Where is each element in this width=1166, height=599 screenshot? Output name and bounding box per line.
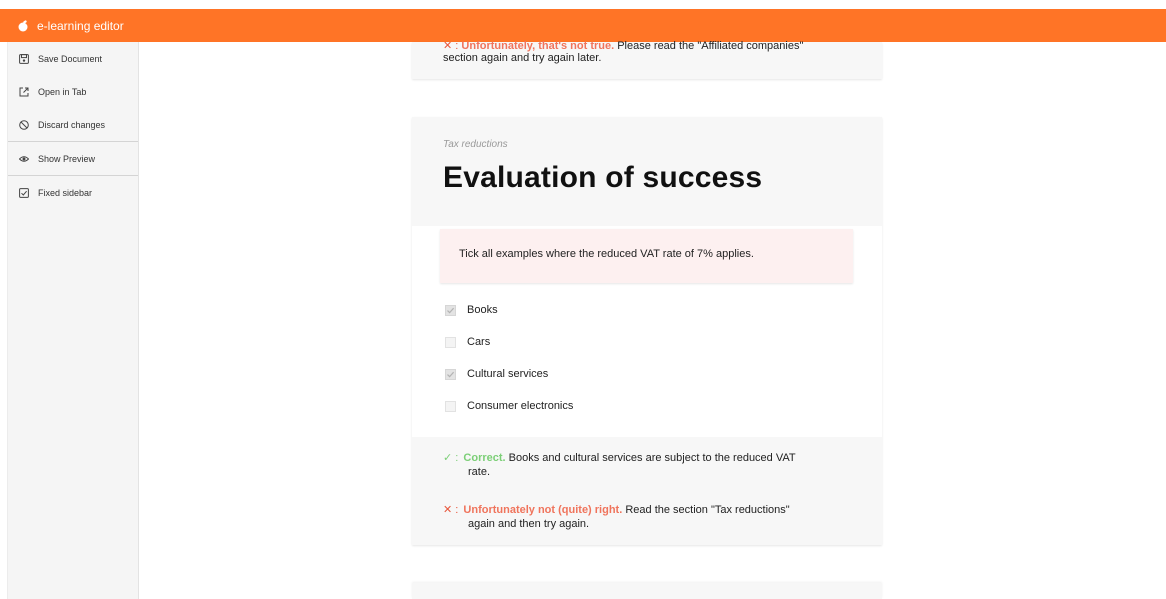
card-title: Evaluation of success xyxy=(443,161,763,194)
option-label: Books xyxy=(467,304,498,316)
checkbox-unchecked[interactable] xyxy=(445,336,456,348)
app-title: e-learning editor xyxy=(37,18,124,33)
block-icon xyxy=(19,119,29,130)
fixed-sidebar-toggle[interactable]: Fixed sidebar xyxy=(8,176,138,209)
option-label: Cultural services xyxy=(467,368,549,380)
option-cars[interactable]: Cars xyxy=(445,333,490,351)
sidebar-item-label: Save Document xyxy=(38,53,103,64)
option-label: Cars xyxy=(467,336,491,348)
option-cultural-services[interactable]: Cultural services xyxy=(445,365,548,383)
feedback-text: again and then try again. xyxy=(468,518,590,530)
checkbox-checked[interactable] xyxy=(445,368,456,380)
cross-icon: ✕ : xyxy=(443,40,459,52)
card-subtitle: Tax reductions xyxy=(443,139,508,150)
sidebar: Save Document Open in Tab Discard change… xyxy=(7,42,139,599)
previous-feedback-line: section again and try again later. xyxy=(443,52,602,64)
open-in-tab-button[interactable]: Open in Tab xyxy=(8,75,138,108)
card-header: Tax reductions Evaluation of success xyxy=(412,117,882,226)
previous-feedback-line: ✕ : Unfortunately, that's not true. Plea… xyxy=(443,39,803,52)
question-area: Tick all examples where the reduced VAT … xyxy=(412,226,882,437)
save-document-button[interactable]: Save Document xyxy=(8,42,138,75)
eye-icon xyxy=(19,155,29,162)
open-in-new-icon xyxy=(19,87,29,96)
show-preview-button[interactable]: Show Preview xyxy=(8,142,138,175)
discard-changes-button[interactable]: Discard changes xyxy=(8,108,138,141)
app-header: e-learning editor xyxy=(0,9,1166,42)
feedback-highlight: Correct. xyxy=(463,452,506,464)
feedback-text: Read the section "Tax reductions" xyxy=(622,504,790,516)
feedback-highlight: Unfortunately not (quite) right. xyxy=(463,504,623,516)
app-logo-icon xyxy=(18,19,28,31)
sidebar-item-label: Open in Tab xyxy=(38,86,87,97)
check-icon: ✓ : xyxy=(443,452,459,464)
option-consumer-electronics[interactable]: Consumer electronics xyxy=(445,397,573,415)
feedback-incorrect: ✕ : Unfortunately not (quite) right. Rea… xyxy=(443,503,790,531)
cross-icon: ✕ : xyxy=(443,504,459,516)
sidebar-item-label: Show Preview xyxy=(38,153,96,164)
check-icon xyxy=(447,307,455,313)
checkbox-checked[interactable] xyxy=(445,304,456,316)
option-label: Consumer electronics xyxy=(467,400,574,412)
checkbox-icon xyxy=(19,187,29,198)
question-box: Tick all examples where the reduced VAT … xyxy=(440,229,853,283)
previous-feedback-card: ✕ : Unfortunately, that's not true. Plea… xyxy=(412,39,882,79)
feedback-correct: ✓ : Correct. Books and cultural services… xyxy=(443,451,796,479)
checkbox-unchecked[interactable] xyxy=(445,400,456,412)
sidebar-item-label: Discard changes xyxy=(38,119,106,130)
check-icon xyxy=(447,371,455,377)
sidebar-item-label: Fixed sidebar xyxy=(38,187,93,198)
next-card xyxy=(412,583,882,599)
quiz-card: Tax reductions Evaluation of success Tic… xyxy=(412,117,882,545)
feedback-text: Books and cultural services are subject … xyxy=(505,452,796,464)
feedback-highlight: Unfortunately, that's not true. xyxy=(461,40,615,52)
option-books[interactable]: Books xyxy=(445,301,498,319)
feedback-text: Please read the "Affiliated companies" xyxy=(614,40,804,52)
feedback-text: rate. xyxy=(468,466,491,478)
save-icon xyxy=(19,53,29,64)
